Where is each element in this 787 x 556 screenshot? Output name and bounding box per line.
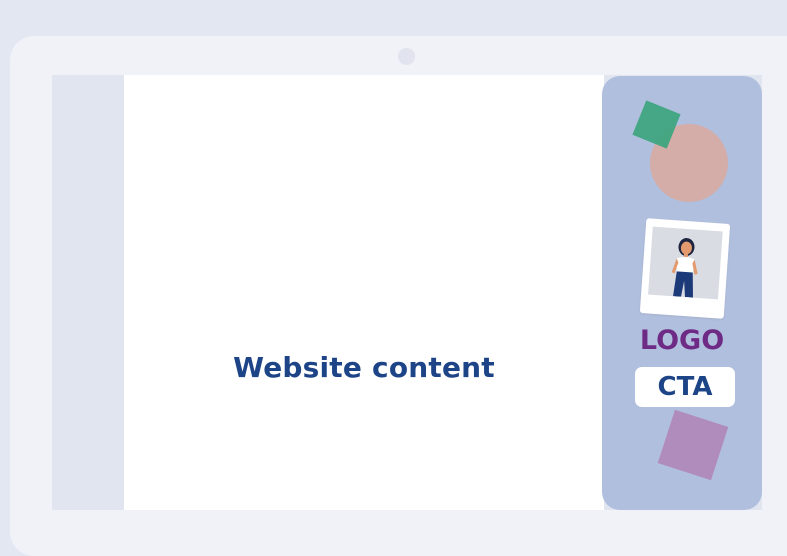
logo: LOGO (639, 325, 725, 356)
person-illustration-icon (648, 226, 723, 300)
camera-icon (398, 48, 415, 65)
website-content-area: Website content (124, 75, 604, 510)
photo-image (648, 226, 723, 300)
website-content-label: Website content (233, 351, 495, 384)
person-photo-icon (639, 218, 731, 319)
cta-button[interactable]: CTA (635, 367, 735, 407)
